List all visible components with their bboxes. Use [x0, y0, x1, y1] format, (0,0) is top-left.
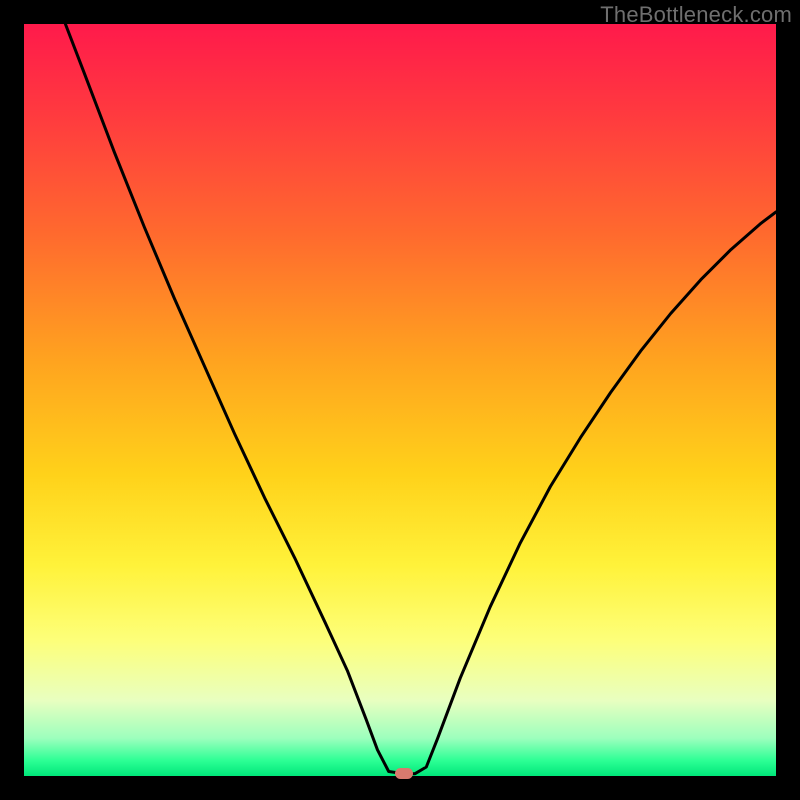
chart-frame: TheBottleneck.com — [0, 0, 800, 800]
bottleneck-curve — [65, 24, 776, 774]
plot-area — [24, 24, 776, 776]
minimum-marker — [395, 768, 413, 779]
curve-svg — [24, 24, 776, 776]
